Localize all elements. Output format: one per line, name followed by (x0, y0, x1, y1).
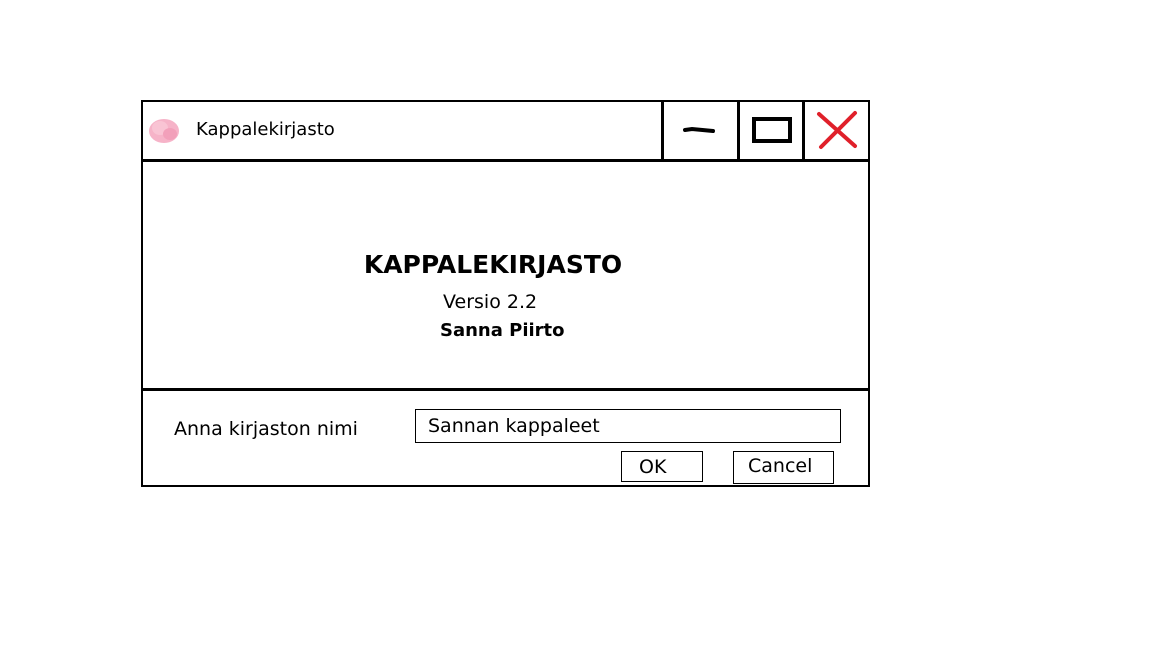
window-title: Kappalekirjasto (196, 119, 335, 140)
close-button[interactable] (802, 102, 868, 159)
maximize-icon (752, 117, 792, 143)
app-icon (148, 116, 182, 146)
app-name-heading: KAPPALEKIRJASTO (363, 250, 623, 279)
library-name-input[interactable] (415, 409, 841, 443)
minimize-icon (683, 126, 715, 133)
ok-button[interactable]: OK (621, 451, 703, 482)
version-text: Versio 2.2 (443, 291, 538, 313)
close-icon (817, 111, 857, 149)
title-bar[interactable]: Kappalekirjasto (143, 102, 868, 162)
maximize-button[interactable] (737, 102, 802, 159)
minimize-button[interactable] (661, 102, 737, 159)
about-panel: KAPPALEKIRJASTO Versio 2.2 Sanna Piirto (143, 162, 868, 391)
library-name-label: Anna kirjaston nimi (174, 418, 358, 440)
library-name-form: Anna kirjaston nimi OK Cancel (143, 391, 868, 485)
dialog-window: Kappalekirjasto KAPPALEKIRJASTO Versio 2… (141, 100, 870, 487)
author-text: Sanna Piirto (440, 320, 565, 341)
cancel-button[interactable]: Cancel (733, 451, 834, 484)
